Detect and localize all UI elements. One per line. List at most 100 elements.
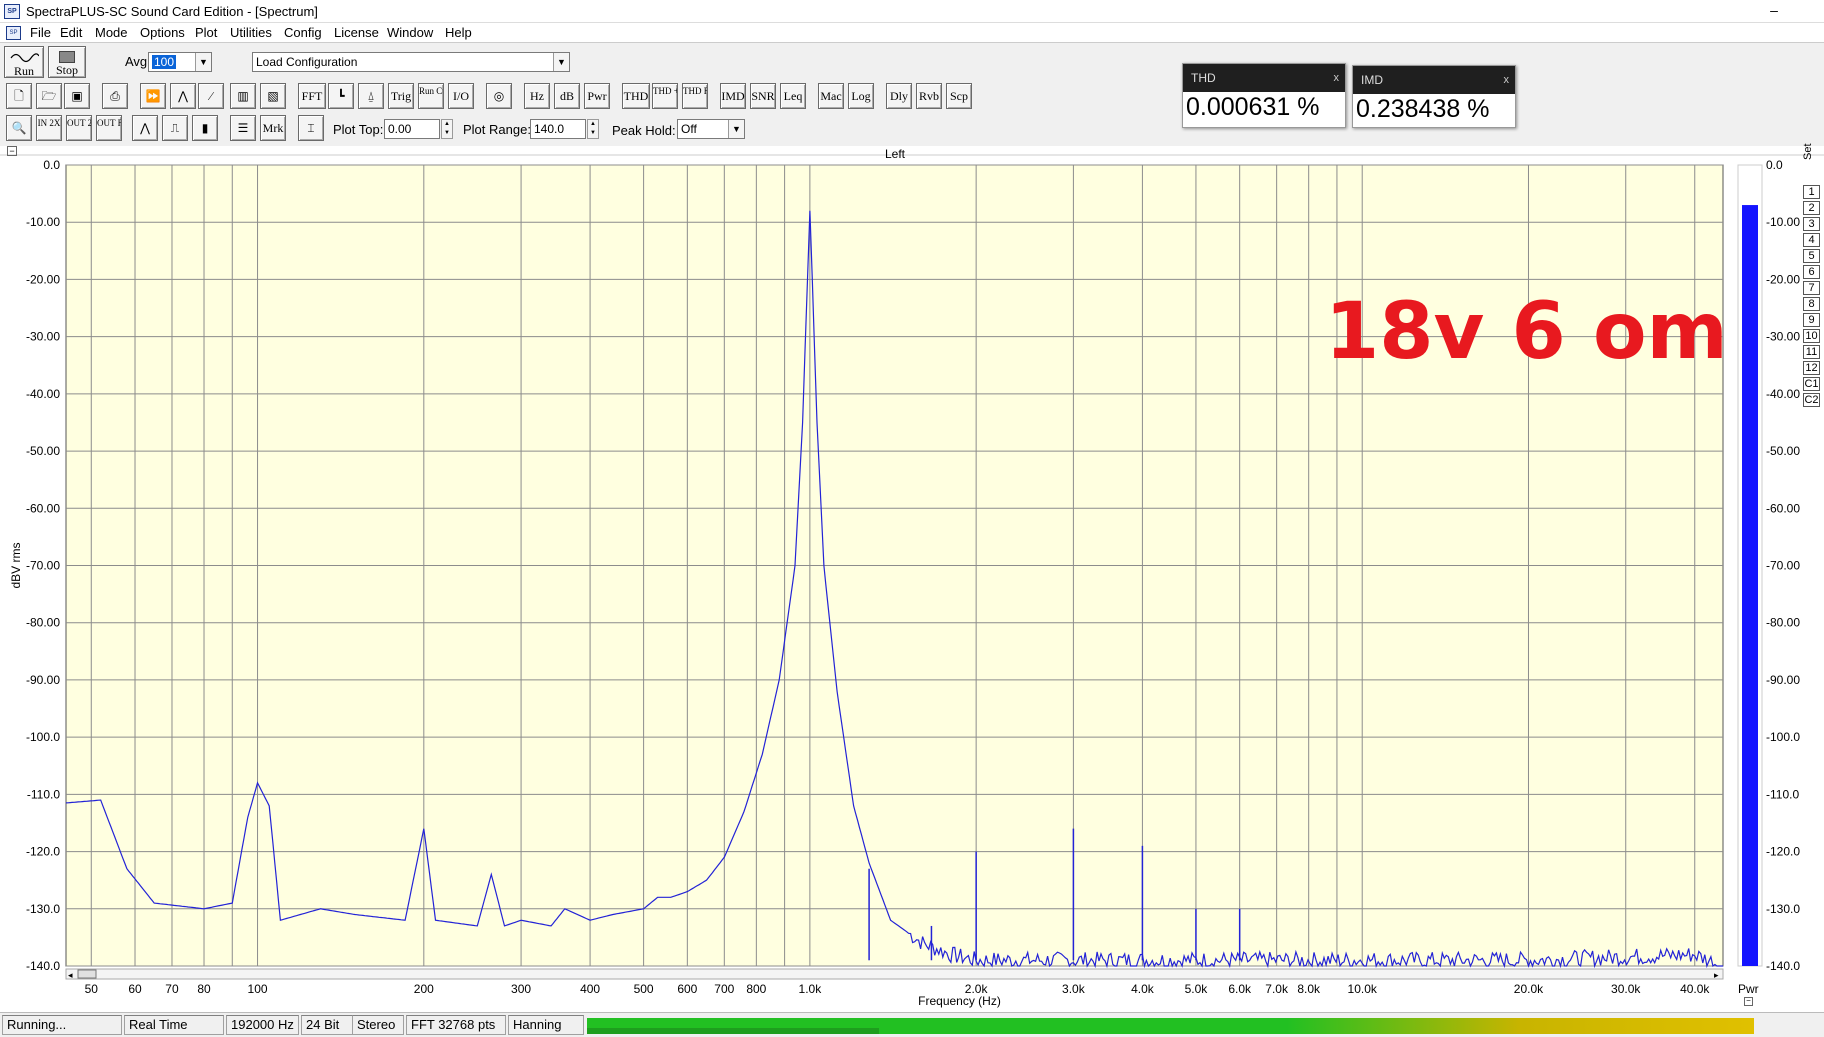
- time-series-button[interactable]: ⏩: [140, 83, 166, 109]
- y-tick-label: 0.0: [43, 158, 60, 172]
- new-file-button[interactable]: 🗋: [6, 83, 32, 109]
- plot-top-spinner[interactable]: ▲ ▼: [441, 119, 453, 139]
- close-icon[interactable]: x: [1504, 66, 1510, 94]
- zoom-in-2x-button[interactable]: IN 2X: [36, 115, 62, 141]
- y-tick-label: -120.0: [26, 845, 60, 859]
- menu-mode[interactable]: Mode: [95, 25, 128, 40]
- toolbar-row-1: Run Stop Avg 100 ▼ Load Configuration ▼: [0, 44, 1824, 80]
- avg-select[interactable]: 100 ▼: [148, 52, 212, 72]
- run-ctrl-label: Run Ctrl: [419, 86, 444, 96]
- run-ctrl-button[interactable]: Run Ctrl: [418, 83, 444, 109]
- zoom-out-full-label: OUT Full: [97, 118, 121, 128]
- imd-meter[interactable]: IMD x 0.238438 %: [1352, 65, 1516, 128]
- chevron-down-icon[interactable]: ▼: [553, 53, 569, 71]
- stop-button[interactable]: Stop: [48, 46, 86, 78]
- mac-label: Mac: [820, 89, 842, 103]
- imd-button[interactable]: IMD: [720, 83, 746, 109]
- print-button[interactable]: ⎙: [102, 83, 128, 109]
- channel-select-c2[interactable]: C2: [1803, 393, 1820, 407]
- channel-select-10[interactable]: 10: [1803, 329, 1820, 343]
- close-icon[interactable]: x: [1334, 64, 1340, 92]
- mrk-button[interactable]: Mrk: [260, 115, 286, 141]
- document-icon[interactable]: SP: [6, 26, 21, 40]
- plot-range-spinner[interactable]: ▲ ▼: [587, 119, 599, 139]
- peak-hold-select[interactable]: Off ▼: [677, 119, 745, 139]
- weighting-button[interactable]: ⍙: [358, 83, 384, 109]
- menu-file[interactable]: File: [30, 25, 51, 40]
- config-select[interactable]: Load Configuration ▼: [252, 52, 570, 72]
- plot-range-input[interactable]: 140.0: [530, 119, 586, 139]
- spectrogram-button[interactable]: ▥: [230, 83, 256, 109]
- app-icon: SP: [4, 4, 20, 19]
- 3d-surface-button[interactable]: ▧: [260, 83, 286, 109]
- thd-button[interactable]: THD: [622, 83, 650, 109]
- spectrum-chart[interactable]: ◂ ▸ 0.0 -10.00 -20.00 -30.00 -40.00 -50.00 -60.…: [0, 146, 1824, 1012]
- spectrum-button[interactable]: ⋀: [170, 83, 196, 109]
- line-plot-button[interactable]: ⋀: [132, 115, 158, 141]
- list-button[interactable]: ☰: [230, 115, 256, 141]
- peak-hold-value: Off: [681, 122, 697, 136]
- chevron-down-icon[interactable]: ▼: [728, 120, 744, 138]
- log-button[interactable]: Log: [848, 83, 874, 109]
- x-tick-label: 600: [677, 982, 697, 996]
- snr-button[interactable]: SNR: [750, 83, 776, 109]
- bar-plot-button[interactable]: ▮: [192, 115, 218, 141]
- save-button[interactable]: ▣: [64, 83, 90, 109]
- fft-button[interactable]: FFT: [298, 83, 326, 109]
- pwr-collapse-icon[interactable]: −: [1744, 997, 1753, 1006]
- leq-button[interactable]: Leq: [780, 83, 806, 109]
- mac-button[interactable]: Mac: [818, 83, 844, 109]
- dly-button[interactable]: Dly: [886, 83, 912, 109]
- zoom-in-2x-label: IN 2X: [37, 118, 61, 128]
- menu-help[interactable]: Help: [445, 25, 472, 40]
- hz-button[interactable]: Hz: [524, 83, 550, 109]
- thd-n-button[interactable]: THD +N: [652, 83, 678, 109]
- scp-button[interactable]: Scp: [946, 83, 972, 109]
- channel-select-c1[interactable]: C1: [1803, 377, 1820, 391]
- thd-freq-button[interactable]: THD Freq: [682, 83, 708, 109]
- channel-select-9[interactable]: 9: [1803, 313, 1820, 327]
- db-button[interactable]: dB: [554, 83, 580, 109]
- menu-config[interactable]: Config: [284, 25, 322, 40]
- thd-meter-header[interactable]: THD x: [1183, 64, 1345, 92]
- channel-collapse-icon[interactable]: −: [7, 146, 17, 156]
- menu-options[interactable]: Options: [140, 25, 185, 40]
- plot-top-input[interactable]: 0.00: [384, 119, 440, 139]
- channel-select-11[interactable]: 11: [1803, 345, 1820, 359]
- phase-button[interactable]: ∕: [198, 83, 224, 109]
- chevron-down-icon[interactable]: ▼: [195, 53, 211, 71]
- generator-button[interactable]: ◎: [486, 83, 512, 109]
- menu-edit[interactable]: Edit: [60, 25, 82, 40]
- channel-select-4[interactable]: 4: [1803, 233, 1820, 247]
- menu-window[interactable]: Window: [387, 25, 433, 40]
- thd-meter[interactable]: THD x 0.000631 %: [1182, 63, 1346, 128]
- channel-select-1[interactable]: 1: [1803, 185, 1820, 199]
- channel-select-8[interactable]: 8: [1803, 297, 1820, 311]
- pwr-button[interactable]: Pwr: [584, 83, 610, 109]
- menu-license[interactable]: License: [334, 25, 379, 40]
- status-mode: Real Time: [124, 1015, 224, 1035]
- minimize-icon[interactable]: –: [1764, 2, 1784, 20]
- trig-button[interactable]: Trig: [388, 83, 414, 109]
- floppy-disk-icon: ▣: [71, 89, 83, 103]
- imd-meter-header[interactable]: IMD x: [1353, 66, 1515, 94]
- channel-select-7[interactable]: 7: [1803, 281, 1820, 295]
- open-file-button[interactable]: 🗁: [36, 83, 62, 109]
- scale-button[interactable]: ┗: [328, 83, 354, 109]
- run-button[interactable]: Run: [4, 46, 44, 78]
- channel-select-12[interactable]: 12: [1803, 361, 1820, 375]
- io-button[interactable]: I/O: [448, 83, 474, 109]
- channel-select-6[interactable]: 6: [1803, 265, 1820, 279]
- menu-utilities[interactable]: Utilities: [230, 25, 272, 40]
- zoom-out-2x-button[interactable]: OUT 2X: [66, 115, 92, 141]
- channel-select-5[interactable]: 5: [1803, 249, 1820, 263]
- channel-select-2[interactable]: 2: [1803, 201, 1820, 215]
- menu-plot[interactable]: Plot: [195, 25, 217, 40]
- rvb-button[interactable]: Rvb: [916, 83, 942, 109]
- cursor-button[interactable]: ⌶: [298, 115, 324, 141]
- zoom-out-full-button[interactable]: OUT Full: [96, 115, 122, 141]
- step-plot-button[interactable]: ⎍: [162, 115, 188, 141]
- toolbar-row-3: 🔍 IN 2X OUT 2X OUT Full ⋀ ⎍ ▮ ☰ Mrk ⌶ Pl…: [0, 113, 1824, 145]
- zoom-button[interactable]: 🔍: [6, 115, 32, 141]
- channel-select-3[interactable]: 3: [1803, 217, 1820, 231]
